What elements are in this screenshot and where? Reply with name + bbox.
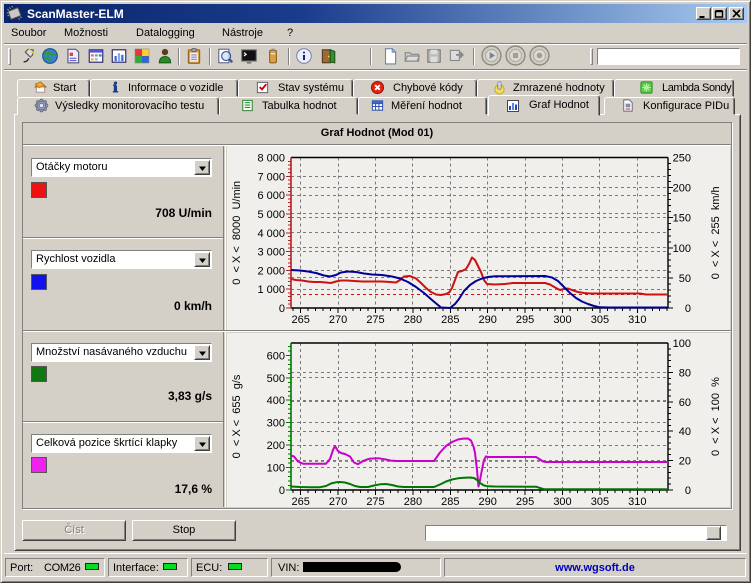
svg-text:2 000: 2 000 xyxy=(257,265,285,277)
svg-text:290: 290 xyxy=(479,496,497,507)
svg-text:7 000: 7 000 xyxy=(257,171,285,183)
svg-text:0 < X < 100 %: 0 < X < 100 % xyxy=(710,377,722,456)
svg-text:0: 0 xyxy=(685,303,691,315)
svg-text:300: 300 xyxy=(553,496,571,507)
svg-text:270: 270 xyxy=(329,314,347,326)
svg-text:300: 300 xyxy=(267,418,285,430)
svg-text:5 000: 5 000 xyxy=(257,209,285,221)
svg-text:285: 285 xyxy=(441,496,459,507)
svg-text:40: 40 xyxy=(679,426,691,438)
svg-text:60: 60 xyxy=(679,397,691,409)
svg-text:0 < X < 8000 U/min: 0 < X < 8000 U/min xyxy=(231,181,243,285)
svg-text:0: 0 xyxy=(279,485,285,497)
svg-text:280: 280 xyxy=(404,314,422,326)
svg-text:600: 600 xyxy=(267,350,285,362)
svg-text:250: 250 xyxy=(673,153,691,165)
svg-text:265: 265 xyxy=(292,496,310,507)
svg-text:290: 290 xyxy=(479,314,497,326)
svg-text:270: 270 xyxy=(329,496,347,507)
svg-text:100: 100 xyxy=(673,338,691,350)
svg-text:400: 400 xyxy=(267,395,285,407)
svg-text:6 000: 6 000 xyxy=(257,190,285,202)
svg-text:280: 280 xyxy=(404,496,422,507)
svg-text:50: 50 xyxy=(679,273,691,285)
svg-text:0 < X < 655 g/s: 0 < X < 655 g/s xyxy=(231,374,243,458)
svg-text:300: 300 xyxy=(553,314,571,326)
svg-text:0: 0 xyxy=(279,303,285,315)
svg-text:20: 20 xyxy=(679,456,691,468)
svg-text:310: 310 xyxy=(628,314,646,326)
svg-text:100: 100 xyxy=(267,463,285,475)
svg-text:265: 265 xyxy=(292,314,310,326)
svg-text:80: 80 xyxy=(679,367,691,379)
svg-text:0 < X < 255 km/h: 0 < X < 255 km/h xyxy=(710,186,722,279)
svg-text:100: 100 xyxy=(673,243,691,255)
svg-text:0: 0 xyxy=(685,485,691,497)
svg-text:310: 310 xyxy=(628,496,646,507)
svg-text:295: 295 xyxy=(516,496,534,507)
svg-text:200: 200 xyxy=(673,183,691,195)
svg-text:305: 305 xyxy=(591,496,609,507)
svg-text:200: 200 xyxy=(267,440,285,452)
svg-text:1 000: 1 000 xyxy=(257,284,285,296)
svg-text:500: 500 xyxy=(267,373,285,385)
svg-text:305: 305 xyxy=(591,314,609,326)
svg-text:275: 275 xyxy=(366,496,384,507)
svg-text:8 000: 8 000 xyxy=(257,153,285,165)
svg-text:3 000: 3 000 xyxy=(257,247,285,259)
svg-text:275: 275 xyxy=(366,314,384,326)
svg-text:285: 285 xyxy=(441,314,459,326)
svg-text:150: 150 xyxy=(673,213,691,225)
svg-text:295: 295 xyxy=(516,314,534,326)
svg-text:4 000: 4 000 xyxy=(257,228,285,240)
